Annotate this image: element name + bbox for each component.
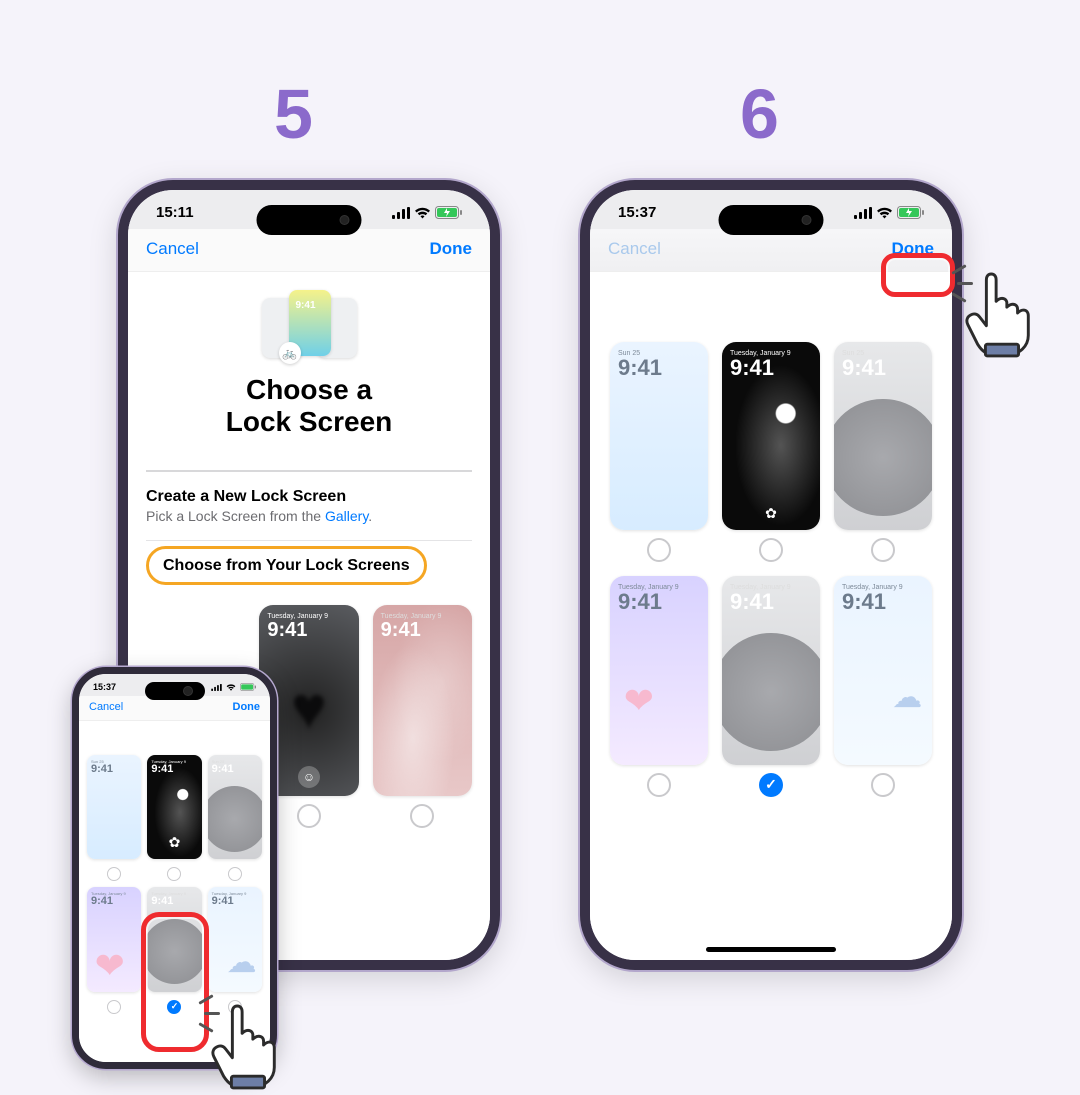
radio-unchecked[interactable] <box>167 867 181 881</box>
page-title: Choose a Lock Screen <box>226 374 393 438</box>
lockscreen-option[interactable]: Sun 259:41 <box>610 342 708 562</box>
done-button[interactable]: Done <box>430 239 473 259</box>
radio-unchecked[interactable] <box>759 538 783 562</box>
cancel-button[interactable]: Cancel <box>608 239 661 259</box>
lockscreen-option[interactable]: Sun 259:41 <box>208 755 262 881</box>
home-indicator[interactable] <box>706 947 836 952</box>
radio-unchecked[interactable] <box>228 1000 242 1014</box>
lockscreen-grid: Sun 259:41 Tuesday, January 99:41✿ Sun 2… <box>590 272 952 827</box>
radio-unchecked[interactable] <box>297 804 321 828</box>
wifi-icon <box>226 684 236 691</box>
hand-pointer-icon <box>962 268 1040 358</box>
gallery-link[interactable]: Gallery <box>325 508 368 524</box>
cancel-button[interactable]: Cancel <box>146 239 199 259</box>
radio-unchecked[interactable] <box>228 867 242 881</box>
wifi-icon <box>876 207 893 219</box>
nav-bar: Cancel Done <box>128 229 490 272</box>
create-new-desc: Pick a Lock Screen from the Gallery. <box>146 508 472 524</box>
status-time: 15:37 <box>93 682 116 692</box>
lockscreen-option[interactable]: Tuesday, January 99:41 <box>208 887 262 1013</box>
choose-from-lockscreens-title: Choose from Your Lock Screens <box>146 546 427 585</box>
callout-ring-select <box>141 912 209 1052</box>
lockscreen-option-selected[interactable]: Tuesday, January 99:41 <box>722 576 820 796</box>
lockscreen-option[interactable]: Sun 259:41 <box>834 342 932 562</box>
create-new-title: Create a New Lock Screen <box>146 488 472 506</box>
radio-checked[interactable] <box>759 773 783 797</box>
radio-unchecked[interactable] <box>647 773 671 797</box>
radio-unchecked[interactable] <box>107 1000 121 1014</box>
wifi-icon <box>414 207 431 219</box>
radio-unchecked[interactable] <box>871 538 895 562</box>
lockscreen-option-clouds[interactable]: Tuesday, January 9 9:41 <box>373 605 472 828</box>
lockscreen-option[interactable]: Tuesday, January 99:41✿ <box>722 342 820 562</box>
dynamic-island <box>719 205 824 235</box>
smile-icon: ☺ <box>298 766 320 788</box>
step-number-5: 5 <box>274 74 313 154</box>
title-line1: Choose a <box>246 374 372 405</box>
lockscreen-option[interactable]: Tuesday, January 99:41 <box>87 887 141 1013</box>
lockscreen-option[interactable]: Tuesday, January 99:41 <box>834 576 932 796</box>
lockscreen-option[interactable]: Tuesday, January 99:41✿ <box>147 755 201 881</box>
signal-icon <box>392 207 410 219</box>
radio-unchecked[interactable] <box>647 538 671 562</box>
title-line2: Lock Screen <box>226 406 393 437</box>
paw-icon: ✿ <box>765 505 777 522</box>
dynamic-island <box>145 682 205 700</box>
battery-icon <box>240 683 256 691</box>
radio-unchecked[interactable] <box>410 804 434 828</box>
callout-ring-done <box>881 253 955 297</box>
battery-icon <box>897 206 924 219</box>
choose-existing-section: Choose from Your Lock Screens <box>146 540 472 591</box>
radio-unchecked[interactable] <box>871 773 895 797</box>
cancel-button[interactable]: Cancel <box>89 701 123 713</box>
done-button[interactable]: Done <box>233 701 261 713</box>
phone-step-6: 15:37 Cancel Done Sun 259:41 Tuesday, Ja… <box>580 180 962 970</box>
signal-icon <box>854 207 872 219</box>
radio-unchecked[interactable] <box>107 867 121 881</box>
status-time: 15:11 <box>156 204 194 221</box>
lockscreen-option[interactable]: Sun 259:41 <box>87 755 141 881</box>
hero-preview-time: 9:41 <box>296 300 316 311</box>
dynamic-island <box>257 205 362 235</box>
bike-icon: 🚲 <box>279 342 301 364</box>
status-time: 15:37 <box>618 204 656 221</box>
lockscreen-option[interactable]: Tuesday, January 99:41 <box>610 576 708 796</box>
create-new-section[interactable]: Create a New Lock Screen Pick a Lock Scr… <box>146 470 472 540</box>
paw-icon: ✿ <box>169 834 181 851</box>
hero-section: 9:41 🚲 Choose a Lock Screen <box>146 272 472 460</box>
step-number-6: 6 <box>740 74 779 154</box>
signal-icon <box>211 684 222 691</box>
hero-preview-icon: 9:41 🚲 <box>262 290 357 360</box>
battery-icon <box>435 206 462 219</box>
